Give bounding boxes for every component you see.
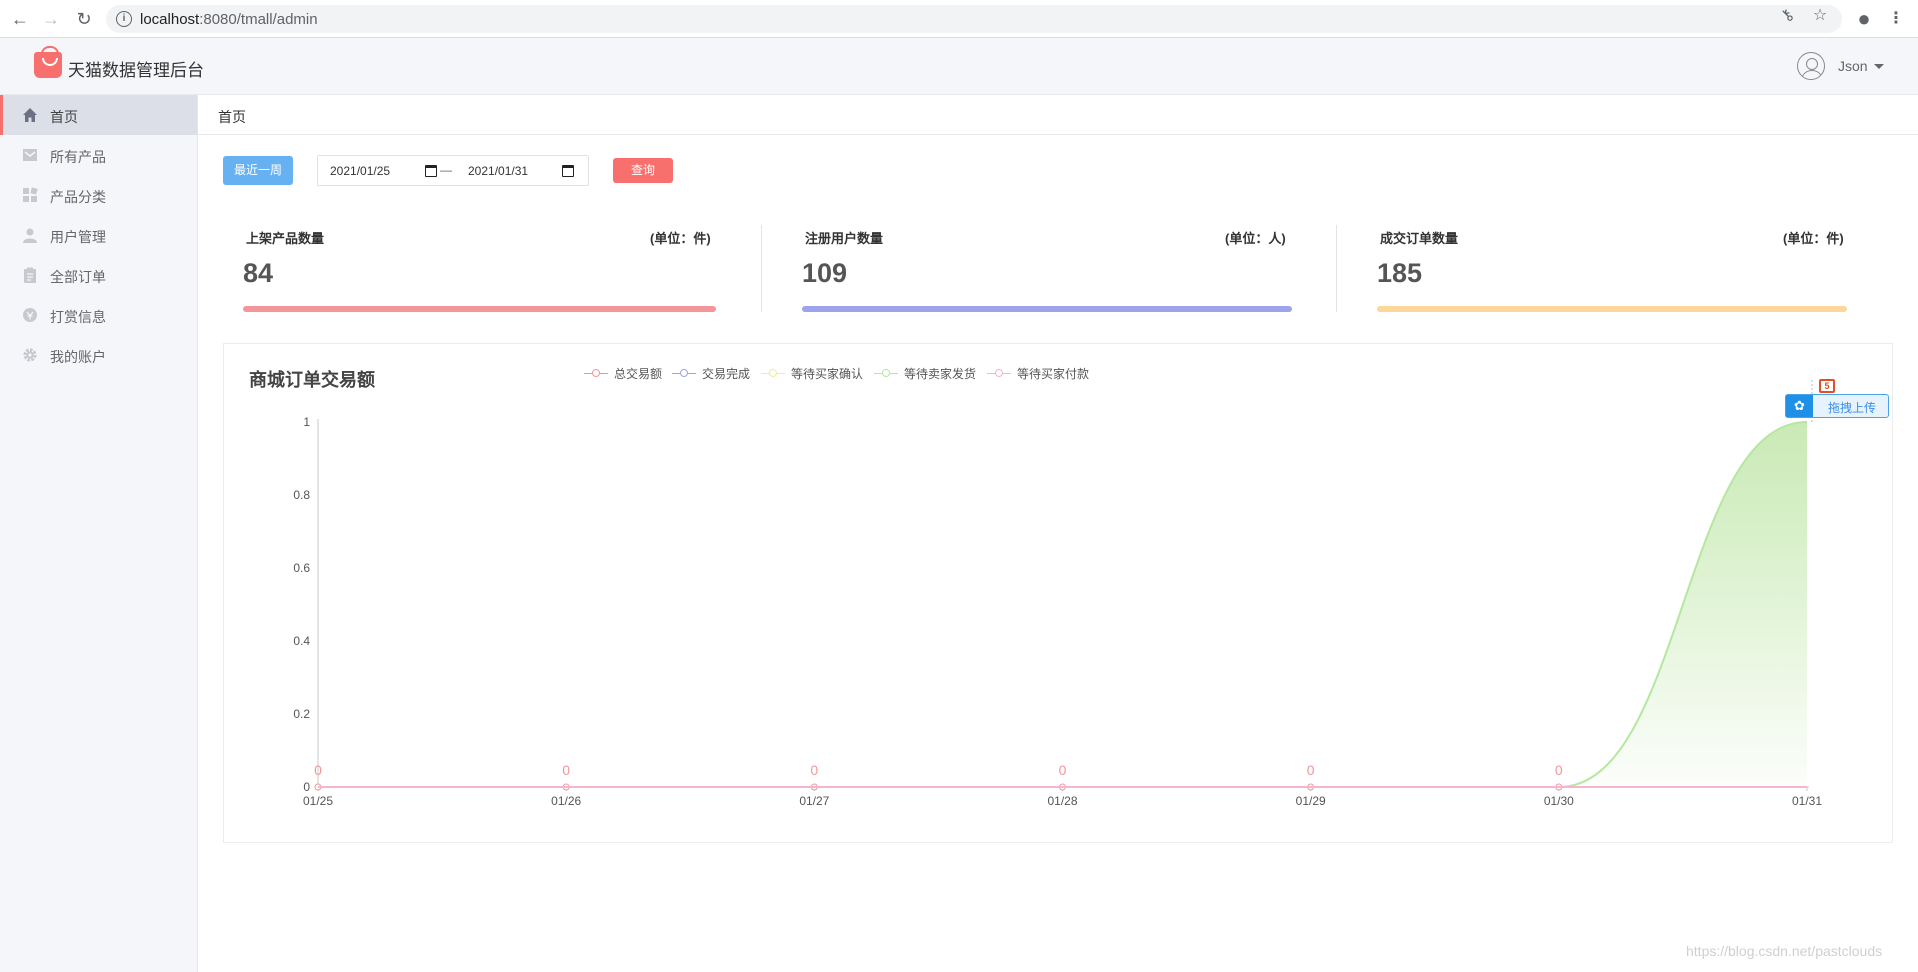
x-tick-label: 01/30 [1544,794,1574,808]
y-tick-label: 0.4 [293,634,310,648]
y-tick-label: 1 [303,415,310,429]
series-line [318,421,1808,788]
y-tick-label: 0.6 [293,561,310,575]
chart-plot: 0 0.2 0.4 0.6 0.8 1 01/25 01/26 01/27 01/28 01/29 0… [293,380,1822,808]
data-label: 0 [314,762,322,778]
data-label: 0 [1307,762,1315,778]
data-label: 0 [1059,762,1067,778]
watermark: https://blog.csdn.net/pastclouds [1686,943,1883,959]
y-tick-label: 0 [303,780,310,794]
data-label: 0 [562,762,570,778]
upload-label: 拖拽上传 [1828,401,1877,415]
x-tick-label: 01/27 [799,794,829,808]
y-tick-label: 0.8 [293,488,310,502]
html5-icon: 5 [1819,379,1835,393]
cloud-icon: ✿ [1786,395,1813,417]
x-tick-label: 01/26 [551,794,581,808]
drag-upload-widget[interactable]: ✿ 拖拽上传 [1785,394,1889,418]
series-area [318,422,1807,787]
x-tick-label: 01/29 [1296,794,1326,808]
x-tick-label: 01/28 [1047,794,1077,808]
y-tick-label: 0.2 [293,707,310,721]
x-tick-label: 01/31 [1792,794,1822,808]
data-label: 0 [1555,762,1563,778]
data-label: 0 [810,762,818,778]
x-tick-label: 01/25 [303,794,333,808]
